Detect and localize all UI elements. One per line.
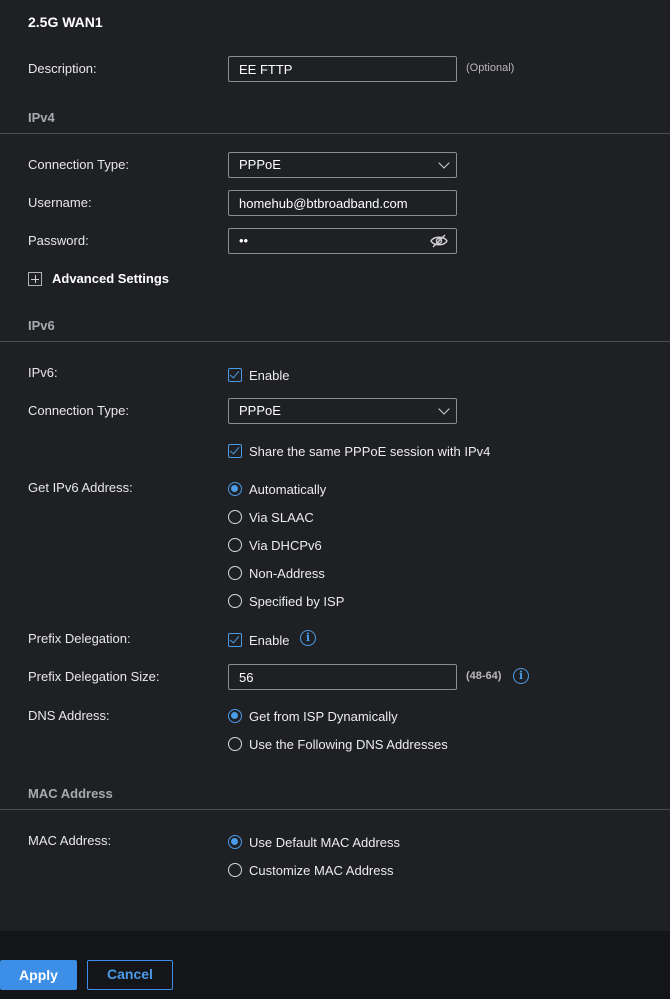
info-icon[interactable]: i [300, 630, 316, 646]
description-input[interactable] [228, 56, 457, 82]
description-hint: (Optional) [466, 62, 515, 74]
cancel-button[interactable]: Cancel [87, 960, 173, 990]
mac-option-custom: Customize MAC Address [249, 863, 394, 878]
share-session-checkbox[interactable] [228, 444, 242, 458]
ipv4-divider [0, 133, 670, 134]
ipv6-divider [0, 341, 670, 342]
share-session-label: Share the same PPPoE session with IPv4 [249, 444, 491, 459]
chevron-down-icon [438, 403, 450, 415]
ipv6-enable-label: Enable [249, 368, 290, 383]
address-option-non-address: Non-Address [249, 566, 325, 581]
ipv4-connection-type-label: Connection Type: [28, 157, 129, 172]
mac-radio-default[interactable] [228, 835, 242, 849]
mac-address-label: MAC Address: [28, 833, 112, 848]
mac-section-title: MAC Address [28, 786, 113, 801]
dns-option-dynamic: Get from ISP Dynamically [249, 709, 398, 724]
mac-divider [0, 809, 670, 810]
apply-button[interactable]: Apply [0, 960, 77, 990]
info-icon[interactable]: i [513, 668, 529, 684]
eye-slash-icon[interactable] [430, 233, 448, 249]
prefix-size-input[interactable] [228, 664, 457, 690]
prefix-delegation-checkbox[interactable] [228, 633, 242, 647]
username-label: Username: [28, 195, 92, 210]
ipv4-connection-type-select[interactable]: PPPoE [228, 152, 457, 178]
dns-radio-manual[interactable] [228, 737, 242, 751]
password-value: •• [239, 233, 249, 248]
description-label: Description: [28, 61, 97, 76]
advanced-settings-toggle[interactable]: Advanced Settings [52, 271, 169, 286]
plus-square-icon[interactable] [28, 272, 42, 286]
address-radio-dhcpv6[interactable] [228, 538, 242, 552]
address-option-isp: Specified by ISP [249, 594, 345, 609]
prefix-size-hint: (48-64) [466, 670, 502, 682]
dns-radio-dynamic[interactable] [228, 709, 242, 723]
address-radio-isp[interactable] [228, 594, 242, 608]
address-option-automatically: Automatically [249, 482, 327, 497]
mac-option-default: Use Default MAC Address [249, 835, 401, 850]
prefix-size-label: Prefix Delegation Size: [28, 669, 160, 684]
mac-radio-custom[interactable] [228, 863, 242, 877]
ipv4-connection-type-value: PPPoE [239, 157, 281, 172]
username-input[interactable] [228, 190, 457, 216]
address-option-dhcpv6: Via DHCPv6 [249, 538, 322, 553]
address-radio-slaac[interactable] [228, 510, 242, 524]
ipv6-label: IPv6: [28, 365, 58, 380]
address-option-slaac: Via SLAAC [249, 510, 314, 525]
ipv6-connection-type-value: PPPoE [239, 403, 281, 418]
ipv4-section-title: IPv4 [28, 110, 55, 125]
ipv6-enable-checkbox[interactable] [228, 368, 242, 382]
address-radio-non-address[interactable] [228, 566, 242, 580]
ipv6-connection-type-select[interactable]: PPPoE [228, 398, 457, 424]
dns-address-label: DNS Address: [28, 708, 110, 723]
prefix-delegation-label: Prefix Delegation: [28, 631, 131, 646]
page-title: 2.5G WAN1 [28, 14, 103, 30]
dns-option-manual: Use the Following DNS Addresses [249, 737, 448, 752]
get-ipv6-address-label: Get IPv6 Address: [28, 480, 133, 495]
ipv6-section-title: IPv6 [28, 318, 55, 333]
address-radio-automatically[interactable] [228, 482, 242, 496]
ipv6-connection-type-label: Connection Type: [28, 403, 129, 418]
password-label: Password: [28, 233, 89, 248]
password-input[interactable]: •• [228, 228, 457, 254]
chevron-down-icon [438, 157, 450, 169]
prefix-enable-label: Enable [249, 633, 290, 648]
